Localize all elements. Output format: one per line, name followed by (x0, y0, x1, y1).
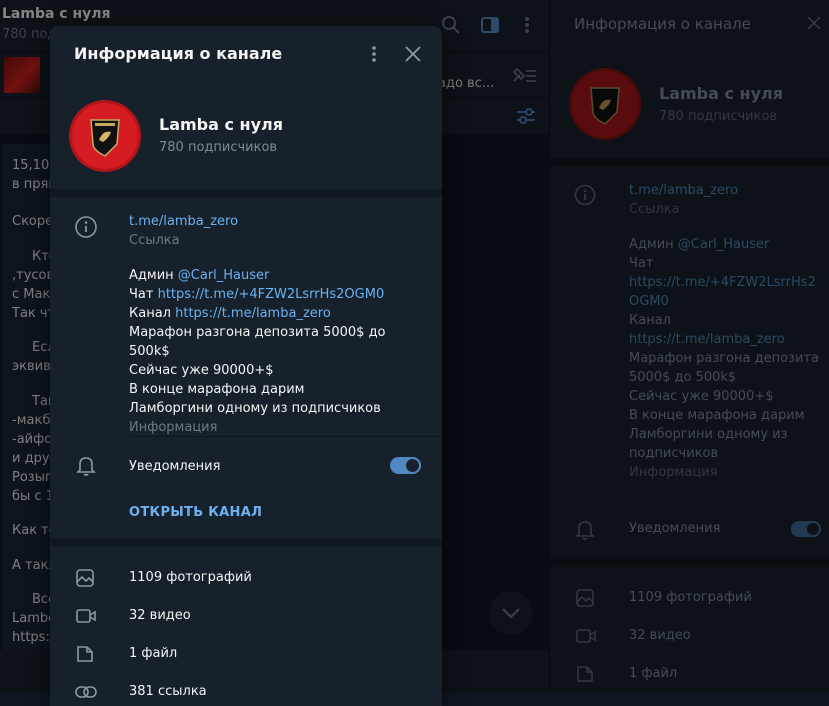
divider (129, 436, 442, 437)
admin-prefix: Админ (129, 268, 178, 283)
bell-icon (76, 455, 96, 477)
channel-avatar[interactable] (69, 100, 141, 172)
more-vertical-icon[interactable] (364, 44, 384, 64)
notifications-toggle[interactable] (390, 457, 421, 474)
channel-name: Lamba с нуля (159, 115, 284, 134)
links-count[interactable]: 381 ссылка (129, 684, 207, 699)
description-line: Марафон разгона депозита 5000$ до 500k$ (129, 325, 386, 359)
channel-prefix: Канал (129, 306, 176, 321)
channel-url-link[interactable]: https://t.me/lamba_zero (175, 306, 331, 321)
videos-count[interactable]: 32 видео (129, 608, 191, 623)
link-icon (75, 682, 97, 702)
section-separator (50, 538, 442, 546)
description-line: В конце марафона дарим Ламборгини одному… (129, 382, 381, 416)
file-icon (75, 644, 95, 664)
dialog-title: Информация о канале (74, 44, 283, 63)
chat-prefix: Чат (129, 287, 158, 302)
info-icon (74, 215, 98, 239)
channel-info-dialog: Информация о канале Lamba с нуля 780 под… (50, 26, 442, 706)
subscriber-count: 780 подписчиков (159, 140, 278, 155)
chat-invite-link[interactable]: https://t.me/+4FZW2LsrrHs2OGM0 (158, 287, 385, 302)
admin-username-link[interactable]: @Carl_Hauser (178, 268, 270, 283)
link-caption: Ссылка (129, 233, 180, 248)
files-count[interactable]: 1 файл (129, 646, 177, 661)
video-icon (75, 606, 97, 626)
open-channel-button[interactable]: ОТКРЫТЬ КАНАЛ (129, 505, 262, 520)
channel-info-block: t.me/lamba_zero Ссылка Админ @Carl_Hause… (129, 212, 429, 437)
close-icon[interactable] (404, 45, 422, 63)
photo-icon (75, 568, 95, 588)
photos-count[interactable]: 1109 фотографий (129, 570, 252, 585)
info-caption: Информация (129, 420, 218, 435)
notifications-label: Уведомления (129, 459, 221, 474)
description-line: Сейчас уже 90000+$ (129, 363, 274, 378)
section-separator (50, 189, 442, 197)
channel-link[interactable]: t.me/lamba_zero (129, 212, 429, 231)
